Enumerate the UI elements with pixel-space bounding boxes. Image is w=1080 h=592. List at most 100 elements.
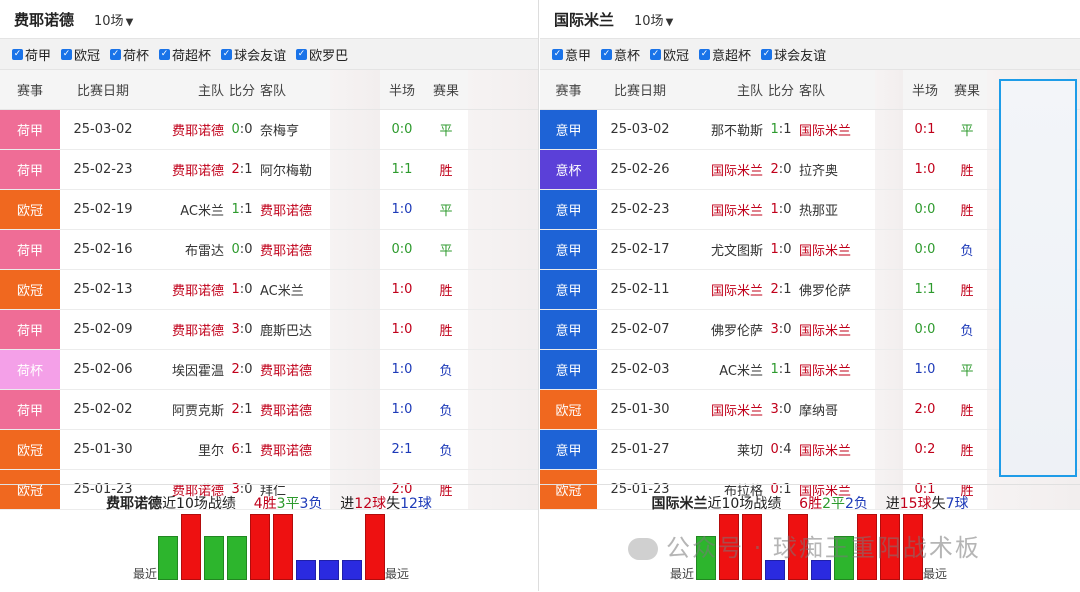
away-team[interactable]: 费耶诺德 <box>256 389 330 430</box>
competition-badge[interactable]: 意甲 <box>540 109 597 150</box>
match-count-select[interactable]: 10场 ▼ <box>94 10 133 29</box>
header-comp: 赛事 <box>540 70 597 110</box>
home-team[interactable]: 费耶诺德 <box>146 309 228 350</box>
score[interactable]: 3:0 <box>767 309 795 350</box>
score[interactable]: 0:0 <box>228 109 256 150</box>
filter-checkbox[interactable]: ✓ 荷杯 <box>110 45 149 64</box>
filter-checkbox[interactable]: ✓ 意甲 <box>552 45 591 64</box>
competition-badge[interactable]: 欧冠 <box>540 389 597 430</box>
away-team[interactable]: 费耶诺德 <box>256 429 330 470</box>
score[interactable]: 2:0 <box>767 149 795 190</box>
score[interactable]: 0:0 <box>228 229 256 270</box>
home-team[interactable]: 佛罗伦萨 <box>683 309 767 350</box>
table-row[interactable]: 欧冠 25-02-19 AC米兰 1:1 费耶诺德 1:0 平 <box>0 189 538 230</box>
away-team[interactable]: 阿尔梅勒 <box>256 149 330 190</box>
competition-badge[interactable]: 意甲 <box>540 189 597 230</box>
home-team[interactable]: 国际米兰 <box>683 149 767 190</box>
table-row[interactable]: 荷甲 25-02-16 布雷达 0:0 费耶诺德 0:0 平 <box>0 229 538 270</box>
table-row[interactable]: 欧冠 25-01-30 里尔 6:1 费耶诺德 2:1 负 <box>0 429 538 470</box>
score[interactable]: 2:1 <box>767 269 795 310</box>
score[interactable]: 1:1 <box>228 189 256 230</box>
home-team[interactable]: 里尔 <box>146 429 228 470</box>
score[interactable]: 1:0 <box>228 269 256 310</box>
competition-badge[interactable]: 荷甲 <box>0 109 60 150</box>
table-row[interactable]: 欧冠 25-02-13 费耶诺德 1:0 AC米兰 1:0 胜 <box>0 269 538 310</box>
competition-badge[interactable]: 荷甲 <box>0 309 60 350</box>
home-team[interactable]: AC米兰 <box>683 349 767 390</box>
competition-badge[interactable]: 意甲 <box>540 269 597 310</box>
filter-checkbox[interactable]: ✓ 欧冠 <box>650 45 689 64</box>
score[interactable]: 2:0 <box>228 349 256 390</box>
competition-badge[interactable]: 意杯 <box>540 149 597 190</box>
filter-checkbox[interactable]: ✓ 荷超杯 <box>159 45 211 64</box>
table-row[interactable]: 荷甲 25-02-02 阿贾克斯 2:1 费耶诺德 1:0 负 <box>0 389 538 430</box>
competition-badge[interactable]: 荷甲 <box>0 389 60 430</box>
filter-checkbox[interactable]: ✓ 意杯 <box>601 45 640 64</box>
away-team[interactable]: 费耶诺德 <box>256 349 330 390</box>
filter-checkbox[interactable]: ✓ 荷甲 <box>12 45 51 64</box>
home-team[interactable]: 埃因霍温 <box>146 349 228 390</box>
home-team[interactable]: 尤文图斯 <box>683 229 767 270</box>
away-team[interactable]: 国际米兰 <box>795 349 875 390</box>
competition-badge[interactable]: 欧冠 <box>0 269 60 310</box>
away-team[interactable]: 拉齐奥 <box>795 149 875 190</box>
home-team[interactable]: 阿贾克斯 <box>146 389 228 430</box>
table-row[interactable]: 荷杯 25-02-06 埃因霍温 2:0 费耶诺德 1:0 负 <box>0 349 538 390</box>
competition-badge[interactable]: 欧冠 <box>0 429 60 470</box>
score[interactable]: 1:0 <box>767 229 795 270</box>
home-team[interactable]: 布雷达 <box>146 229 228 270</box>
away-team[interactable]: 国际米兰 <box>795 229 875 270</box>
away-team[interactable]: 费耶诺德 <box>256 189 330 230</box>
table-row[interactable]: 荷甲 25-03-02 费耶诺德 0:0 奈梅亨 0:0 平 <box>0 109 538 150</box>
home-team[interactable]: 国际米兰 <box>683 269 767 310</box>
score[interactable]: 0:4 <box>767 429 795 470</box>
score[interactable]: 1:1 <box>767 109 795 150</box>
competition-badge[interactable]: 欧冠 <box>0 189 60 230</box>
filter-checkbox[interactable]: ✓ 意超杯 <box>699 45 751 64</box>
competition-badge[interactable]: 荷杯 <box>0 349 60 390</box>
competition-badge[interactable]: 荷甲 <box>0 229 60 270</box>
away-team[interactable]: 国际米兰 <box>795 429 875 470</box>
filter-checkbox[interactable]: ✓ 欧罗巴 <box>296 45 348 64</box>
table-row[interactable]: 荷甲 25-02-23 费耶诺德 2:1 阿尔梅勒 1:1 胜 <box>0 149 538 190</box>
competition-badge[interactable]: 荷甲 <box>0 149 60 190</box>
competition-badge[interactable]: 意甲 <box>540 349 597 390</box>
home-team[interactable]: 国际米兰 <box>683 189 767 230</box>
away-team[interactable]: AC米兰 <box>256 269 330 310</box>
match-date: 25-02-11 <box>597 269 683 310</box>
match-count-select[interactable]: 10场 ▼ <box>634 10 673 29</box>
panel-header: 费耶诺德 10场 ▼ <box>0 0 538 38</box>
home-team[interactable]: AC米兰 <box>146 189 228 230</box>
away-team[interactable]: 奈梅亨 <box>256 109 330 150</box>
home-team[interactable]: 费耶诺德 <box>146 109 228 150</box>
competition-badge[interactable]: 意甲 <box>540 309 597 350</box>
score[interactable]: 1:0 <box>767 189 795 230</box>
filter-checkbox[interactable]: ✓ 球会友谊 <box>221 45 286 64</box>
halftime-score: 0:0 <box>903 309 947 350</box>
halftime-score: 1:0 <box>380 389 424 430</box>
home-team[interactable]: 费耶诺德 <box>146 149 228 190</box>
score[interactable]: 2:1 <box>228 149 256 190</box>
home-team[interactable]: 莱切 <box>683 429 767 470</box>
competition-badge[interactable]: 意甲 <box>540 429 597 470</box>
score[interactable]: 2:1 <box>228 389 256 430</box>
away-team[interactable]: 国际米兰 <box>795 109 875 150</box>
away-team[interactable]: 摩纳哥 <box>795 389 875 430</box>
away-team[interactable]: 佛罗伦萨 <box>795 269 875 310</box>
away-team[interactable]: 国际米兰 <box>795 309 875 350</box>
match-date: 25-02-09 <box>60 309 146 350</box>
home-team[interactable]: 那不勒斯 <box>683 109 767 150</box>
away-team[interactable]: 费耶诺德 <box>256 229 330 270</box>
score[interactable]: 3:0 <box>767 389 795 430</box>
home-team[interactable]: 费耶诺德 <box>146 269 228 310</box>
away-team[interactable]: 热那亚 <box>795 189 875 230</box>
home-team[interactable]: 国际米兰 <box>683 389 767 430</box>
away-team[interactable]: 鹿斯巴达 <box>256 309 330 350</box>
competition-badge[interactable]: 意甲 <box>540 229 597 270</box>
score[interactable]: 3:0 <box>228 309 256 350</box>
filter-checkbox[interactable]: ✓ 欧冠 <box>61 45 100 64</box>
filter-checkbox[interactable]: ✓ 球会友谊 <box>761 45 826 64</box>
table-row[interactable]: 荷甲 25-02-09 费耶诺德 3:0 鹿斯巴达 1:0 胜 <box>0 309 538 350</box>
score[interactable]: 1:1 <box>767 349 795 390</box>
score[interactable]: 6:1 <box>228 429 256 470</box>
